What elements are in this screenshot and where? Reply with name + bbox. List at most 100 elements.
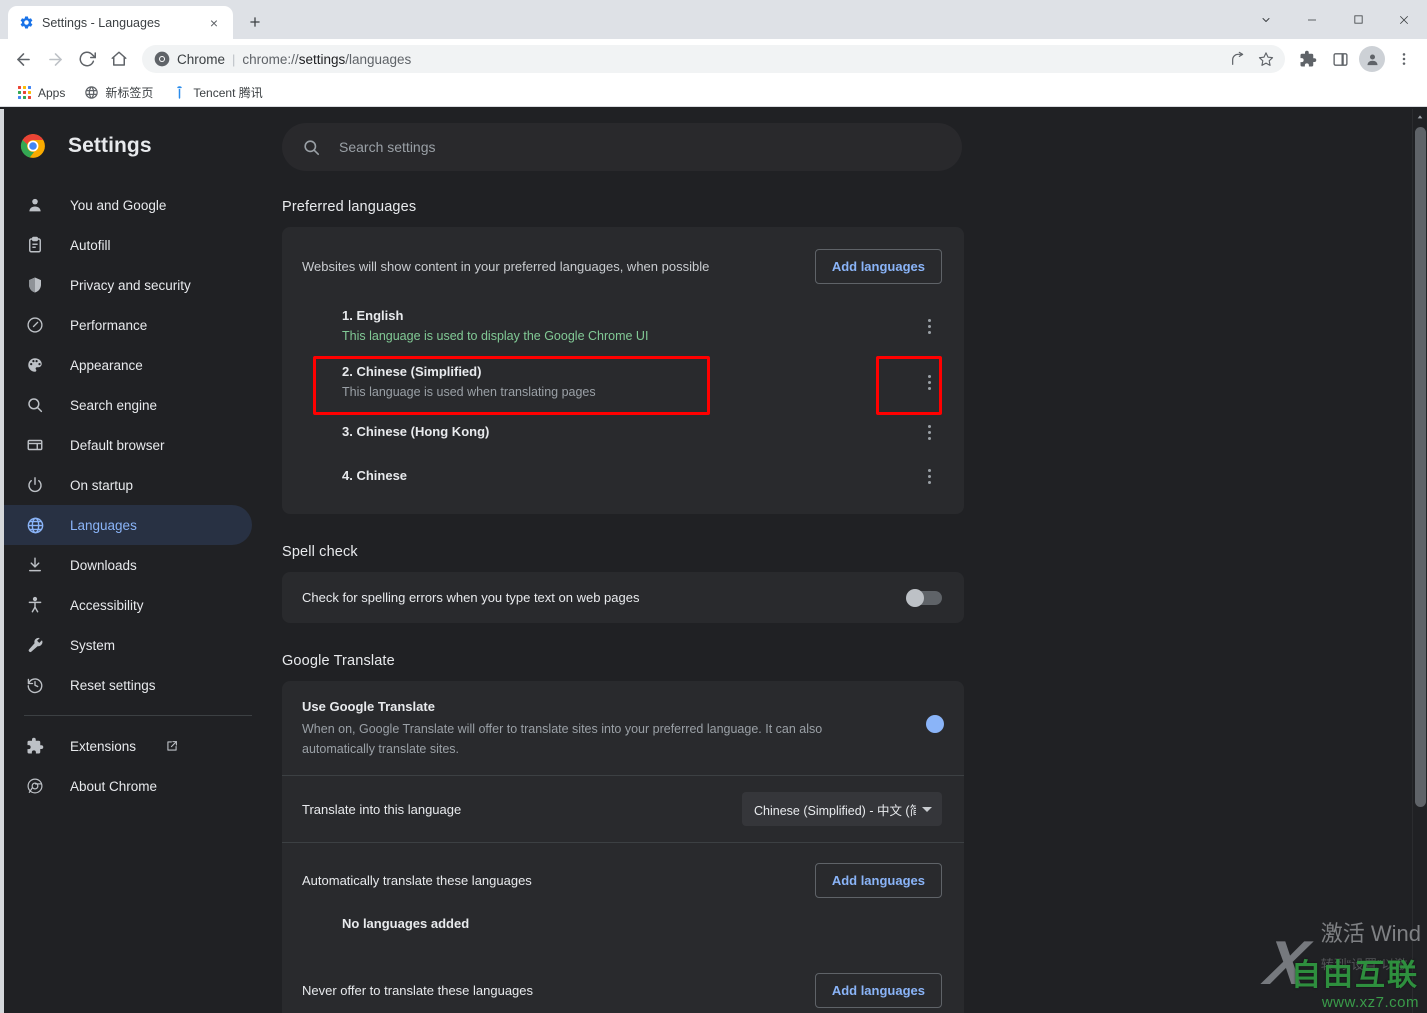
forward-icon[interactable]	[40, 44, 70, 74]
use-google-translate-title: Use Google Translate	[302, 699, 435, 714]
sidebar-item-label: System	[70, 637, 116, 653]
sidebar-item-label: About Chrome	[70, 778, 158, 794]
sidebar-item-label: Autofill	[70, 237, 111, 253]
translate-into-label: Translate into this language	[302, 801, 462, 817]
scroll-up-arrow-icon[interactable]	[1413, 109, 1427, 125]
windows-activation-line1: 激活 Wind	[1320, 921, 1421, 946]
sidebar-item-default-browser[interactable]: Default browser	[4, 425, 252, 465]
spell-check-label: Check for spelling errors when you type …	[302, 590, 640, 605]
sidebar-item-label: You and Google	[70, 197, 167, 213]
sidebar-item-languages[interactable]: Languages	[4, 505, 252, 545]
translate-into-value: Chinese (Simplified) - 中文 (简	[754, 803, 916, 818]
language-text: 3. Chinese (Hong Kong)	[342, 422, 489, 442]
add-languages-button-auto-translate[interactable]: Add languages	[814, 863, 942, 898]
section-title-preferred-languages: Preferred languages	[282, 199, 417, 215]
language-name-chinese: 4. Chinese	[342, 466, 407, 486]
language-row-chinese-hong-kong[interactable]: 3. Chinese (Hong Kong)	[282, 410, 964, 454]
use-google-translate-description: When on, Google Translate will offer to …	[302, 722, 823, 756]
sidebar-divider	[24, 715, 252, 716]
language-more-options-icon[interactable]	[916, 463, 942, 489]
spell-check-row[interactable]: Check for spelling errors when you type …	[282, 572, 964, 623]
language-label: Chinese	[356, 468, 408, 483]
sidebar-item-accessibility[interactable]: Accessibility	[4, 585, 252, 625]
windows-activation-line2: 转到“设置”以激	[1320, 957, 1408, 972]
bookmarks-bar: Apps 新标签页 Tencent 腾讯	[0, 79, 1427, 107]
sidebar-item-search-engine[interactable]: Search engine	[4, 385, 252, 425]
preferred-languages-card: Websites will show content in your prefe…	[282, 227, 964, 514]
translate-into-row[interactable]: Translate into this language Chinese (Si…	[282, 775, 964, 842]
spell-check-toggle[interactable]	[906, 588, 942, 607]
bookmark-new-tab-page[interactable]: 新标签页	[75, 81, 161, 104]
sidebar-item-label: Privacy and security	[70, 277, 191, 293]
add-languages-button-never-translate[interactable]: Add languages	[814, 973, 942, 1008]
page-scrollbar[interactable]	[1412, 109, 1427, 1013]
language-sub-chinese-simplified: This language is used when translating p…	[342, 385, 596, 399]
add-languages-button-preferred[interactable]: Add languages	[814, 249, 942, 284]
sidebar-item-autofill[interactable]: Autofill	[4, 225, 252, 265]
language-more-options-icon[interactable]	[916, 369, 942, 395]
settings-content: Preferred languages Websites will show c…	[282, 199, 964, 1013]
sidebar-item-appearance[interactable]: Appearance	[4, 345, 252, 385]
minimize-icon[interactable]	[1289, 4, 1335, 36]
sidebar-item-about-chrome[interactable]: About Chrome	[4, 766, 252, 806]
settings-gear-icon	[18, 15, 34, 31]
omnibox-scheme-label: Chrome	[177, 51, 226, 67]
sidebar-item-on-startup[interactable]: On startup	[4, 465, 252, 505]
back-icon[interactable]	[8, 44, 38, 74]
share-icon[interactable]	[1225, 46, 1251, 72]
maximize-icon[interactable]	[1335, 4, 1381, 36]
scrollbar-thumb[interactable]	[1415, 127, 1426, 807]
bookmark-star-icon[interactable]	[1253, 46, 1279, 72]
reload-icon[interactable]	[72, 44, 102, 74]
tab-strip: Settings - Languages ×	[0, 0, 1427, 39]
sidebar-item-extensions[interactable]: Extensions	[4, 726, 252, 766]
bookmark-apps[interactable]: Apps	[8, 82, 73, 104]
settings-main: Preferred languages Websites will show c…	[280, 109, 1427, 1013]
language-row-chinese-simplified[interactable]: 2. Chinese (Simplified) This language is…	[282, 354, 964, 410]
sidebar-item-privacy-and-security[interactable]: Privacy and security	[4, 265, 252, 305]
bookmark-label: Apps	[38, 85, 66, 100]
window-close-icon[interactable]	[1381, 4, 1427, 36]
bookmark-tencent[interactable]: Tencent 腾讯	[163, 81, 270, 104]
globe-icon	[24, 514, 46, 536]
sidebar-item-performance[interactable]: Performance	[4, 305, 252, 345]
use-google-translate-row[interactable]: Use Google Translate When on, Google Tra…	[282, 681, 964, 775]
browser-window: Settings - Languages × Chrome | chrome:/…	[0, 0, 1427, 1013]
preferred-languages-description: Websites will show content in your prefe…	[302, 259, 710, 274]
tab-settings-languages[interactable]: Settings - Languages ×	[8, 6, 233, 39]
profile-avatar[interactable]	[1359, 46, 1385, 72]
language-row-english[interactable]: 1. English This language is used to disp…	[282, 298, 964, 354]
sidebar-item-you-and-google[interactable]: You and Google	[4, 185, 252, 225]
bookmark-label: 新标签页	[105, 86, 154, 100]
address-bar[interactable]: Chrome | chrome://settings/languages	[142, 45, 1285, 73]
sidebar-item-system[interactable]: System	[4, 625, 252, 665]
external-link-icon	[164, 739, 179, 754]
language-row-chinese[interactable]: 4. Chinese	[282, 454, 964, 498]
search-input[interactable]	[339, 139, 942, 155]
language-more-options-icon[interactable]	[916, 419, 942, 445]
search-settings-bar[interactable]	[282, 123, 962, 171]
preferred-languages-header: Websites will show content in your prefe…	[282, 227, 964, 298]
tencent-icon	[171, 85, 187, 101]
section-title-spell-check: Spell check	[282, 544, 358, 560]
sidebar-item-downloads[interactable]: Downloads	[4, 545, 252, 585]
sidebar-item-reset-settings[interactable]: Reset settings	[4, 665, 252, 705]
new-tab-button[interactable]	[241, 8, 269, 36]
translate-into-select[interactable]: Chinese (Simplified) - 中文 (简	[742, 792, 942, 826]
language-name-chinese-simplified: 2. Chinese (Simplified)	[342, 362, 596, 382]
chevron-down-icon	[922, 806, 932, 812]
speedometer-icon	[24, 314, 46, 336]
auto-translate-empty-note: No languages added	[342, 916, 470, 931]
url-suffix: /languages	[345, 51, 412, 67]
home-icon[interactable]	[104, 44, 134, 74]
language-list: 1. English This language is used to disp…	[282, 298, 964, 514]
chrome-menu-icon[interactable]	[1389, 44, 1419, 74]
windows-activation-watermark: 激活 Wind 转到“设置”以激	[1321, 916, 1421, 973]
language-more-options-icon[interactable]	[916, 313, 942, 339]
extensions-puzzle-icon[interactable]	[1293, 44, 1323, 74]
side-panel-icon[interactable]	[1325, 44, 1355, 74]
url-prefix: chrome://	[242, 51, 299, 67]
tab-close-icon[interactable]: ×	[205, 14, 223, 32]
language-label: Chinese (Simplified)	[356, 364, 482, 379]
tab-search-chevron-icon[interactable]	[1243, 4, 1289, 36]
